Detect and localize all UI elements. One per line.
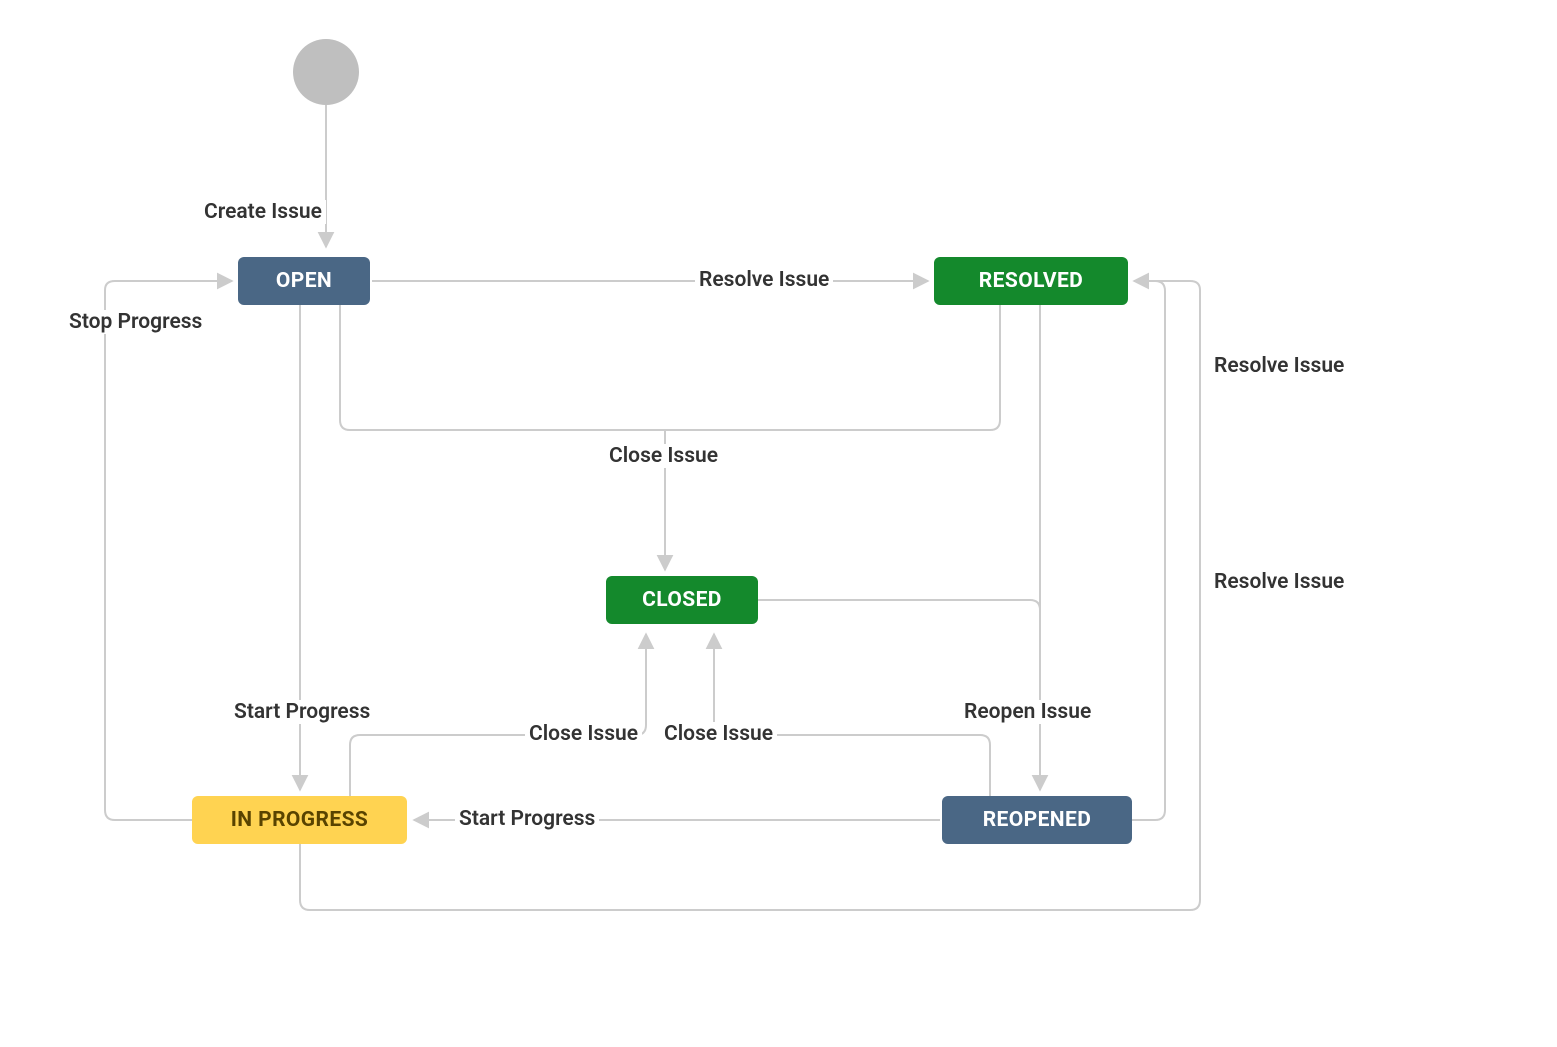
label-close-issue-left: Close Issue xyxy=(525,722,642,746)
state-resolved-label: RESOLVED xyxy=(979,269,1083,293)
state-open-label: OPEN xyxy=(276,269,332,293)
start-node xyxy=(293,39,359,105)
state-closed-label: CLOSED xyxy=(642,588,722,612)
label-resolve-issue-lower-right: Resolve Issue xyxy=(1210,570,1348,594)
label-stop-progress: Stop Progress xyxy=(65,310,206,334)
edge-reopened-resolve xyxy=(1132,281,1165,820)
label-reopen-issue: Reopen Issue xyxy=(960,700,1095,724)
state-in-progress-label: IN PROGRESS xyxy=(231,808,369,832)
edges-layer xyxy=(0,0,1557,1047)
edge-reopened-close xyxy=(714,634,990,796)
edge-open-close xyxy=(340,305,665,570)
edge-inprogress-close xyxy=(350,634,646,796)
edge-closed-reopen xyxy=(758,600,1040,640)
state-open[interactable]: OPEN xyxy=(238,257,370,305)
label-start-progress-left: Start Progress xyxy=(230,700,374,724)
state-closed[interactable]: CLOSED xyxy=(606,576,758,624)
label-create-issue: Create Issue xyxy=(200,200,326,224)
label-close-issue-top: Close Issue xyxy=(605,444,722,468)
label-resolve-issue-upper-right: Resolve Issue xyxy=(1210,354,1348,378)
label-open-resolve: Resolve Issue xyxy=(695,268,833,292)
state-resolved[interactable]: RESOLVED xyxy=(934,257,1128,305)
state-reopened[interactable]: REOPENED xyxy=(942,796,1132,844)
label-close-issue-right: Close Issue xyxy=(660,722,777,746)
state-reopened-label: REOPENED xyxy=(983,808,1092,832)
workflow-canvas: OPEN RESOLVED CLOSED IN PROGRESS REOPENE… xyxy=(0,0,1557,1047)
state-in-progress[interactable]: IN PROGRESS xyxy=(192,796,407,844)
label-start-progress-mid: Start Progress xyxy=(455,807,599,831)
edge-resolved-close xyxy=(665,305,1000,430)
edge-inprogress-stop xyxy=(105,281,232,820)
